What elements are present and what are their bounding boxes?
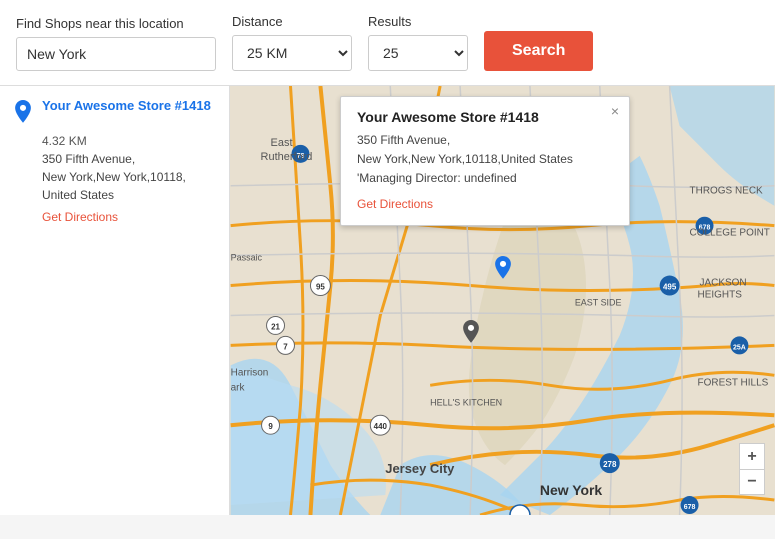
svg-text:COLLEGE POINT: COLLEGE POINT xyxy=(690,228,770,239)
info-address-line2: New York,New York,10118,United States xyxy=(357,152,573,166)
svg-text:HEIGHTS: HEIGHTS xyxy=(698,290,743,301)
store-address-line2: New York,New York,10118, xyxy=(42,170,186,184)
main-content: Your Awesome Store #1418 4.32 KM 350 Fif… xyxy=(0,86,775,515)
map-area[interactable]: 95 440 478 278 495 678 25A 678 78 9 7 Ea… xyxy=(230,86,775,515)
svg-text:Passaic: Passaic xyxy=(231,253,263,263)
zoom-out-button[interactable]: − xyxy=(739,469,765,495)
store-address-line3: United States xyxy=(42,188,114,202)
svg-text:Rutherford: Rutherford xyxy=(261,151,313,163)
info-window-get-directions[interactable]: Get Directions xyxy=(357,197,433,211)
distance-select[interactable]: 25 KM 50 KM 100 KM xyxy=(232,35,352,71)
location-input[interactable] xyxy=(16,37,216,71)
store-map-pin-2[interactable] xyxy=(460,320,482,353)
search-bar: Find Shops near this location Distance 2… xyxy=(0,0,775,86)
svg-text:Jersey City: Jersey City xyxy=(385,461,455,476)
svg-text:278: 278 xyxy=(603,460,617,469)
svg-text:495: 495 xyxy=(663,283,677,292)
location-field-group: Find Shops near this location xyxy=(16,16,216,71)
store-get-directions[interactable]: Get Directions xyxy=(42,210,217,224)
svg-text:New York: New York xyxy=(540,482,603,498)
info-window-close-button[interactable]: × xyxy=(611,103,619,119)
svg-text:ark: ark xyxy=(231,382,245,393)
svg-text:EAST SIDE: EAST SIDE xyxy=(575,297,622,307)
info-address-line3: 'Managing Director: undefined xyxy=(357,171,517,185)
svg-text:440: 440 xyxy=(374,422,388,431)
svg-text:95: 95 xyxy=(316,283,325,292)
svg-text:25A: 25A xyxy=(733,344,746,351)
store-item-header: Your Awesome Store #1418 xyxy=(12,98,217,128)
results-label: Results xyxy=(368,14,468,29)
info-window-title: Your Awesome Store #1418 xyxy=(357,109,613,125)
svg-text:478: 478 xyxy=(513,512,527,515)
map-zoom-controls: + − xyxy=(739,443,765,495)
svg-text:21: 21 xyxy=(271,322,280,331)
store-name[interactable]: Your Awesome Store #1418 xyxy=(42,98,211,113)
store-distance: 4.32 KM xyxy=(42,134,217,148)
svg-text:JACKSON: JACKSON xyxy=(700,278,747,289)
search-button[interactable]: Search xyxy=(484,31,593,71)
store-address-line1: 350 Fifth Avenue, xyxy=(42,152,135,166)
distance-field-group: Distance 25 KM 50 KM 100 KM xyxy=(232,14,352,71)
zoom-in-button[interactable]: + xyxy=(739,443,765,469)
svg-text:FOREST HILLS: FOREST HILLS xyxy=(698,377,769,388)
results-field-group: Results 10 25 50 xyxy=(368,14,468,71)
svg-text:East: East xyxy=(271,137,293,149)
store-map-pin[interactable] xyxy=(492,256,514,289)
svg-text:HELL'S KITCHEN: HELL'S KITCHEN xyxy=(430,397,502,407)
store-pin-icon xyxy=(12,100,34,128)
info-window: × Your Awesome Store #1418 350 Fifth Ave… xyxy=(340,96,630,226)
svg-text:THROGS NECK: THROGS NECK xyxy=(690,186,763,197)
results-select[interactable]: 10 25 50 xyxy=(368,35,468,71)
info-window-address: 350 Fifth Avenue, New York,New York,1011… xyxy=(357,131,613,189)
svg-text:678: 678 xyxy=(684,504,696,511)
svg-text:9: 9 xyxy=(268,422,273,431)
info-address-line1: 350 Fifth Avenue, xyxy=(357,133,450,147)
location-label: Find Shops near this location xyxy=(16,16,216,31)
svg-text:Harrison: Harrison xyxy=(231,367,269,378)
distance-label: Distance xyxy=(232,14,352,29)
svg-text:7: 7 xyxy=(283,342,288,351)
store-address: 350 Fifth Avenue, New York,New York,1011… xyxy=(42,150,217,204)
sidebar: Your Awesome Store #1418 4.32 KM 350 Fif… xyxy=(0,86,230,515)
store-list-item: Your Awesome Store #1418 4.32 KM 350 Fif… xyxy=(12,98,217,224)
